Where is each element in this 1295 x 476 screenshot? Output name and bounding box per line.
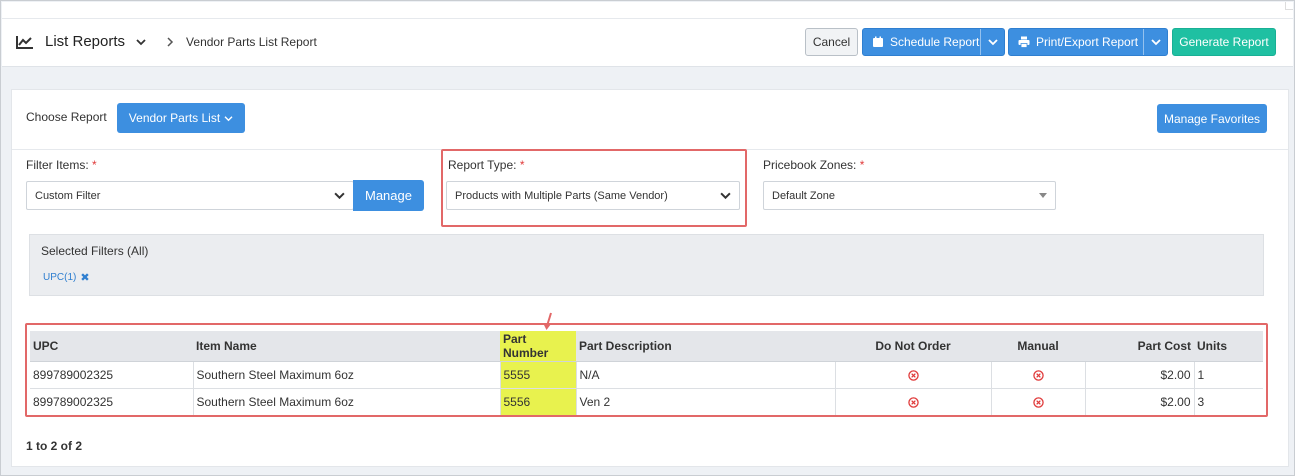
chevron-down-icon <box>224 115 233 121</box>
zones-label: Pricebook Zones: <box>763 158 857 172</box>
app-window: List Reports Vendor Parts List Report Ca… <box>0 0 1295 476</box>
pagination-summary: 1 to 2 of 2 <box>26 439 83 453</box>
zones-select[interactable]: Default Zone <box>763 181 1056 210</box>
page-title: List Reports <box>45 33 126 50</box>
breadcrumb: Vendor Parts List Report <box>186 34 317 49</box>
choose-report-label: Choose Report <box>26 110 107 124</box>
calendar-icon <box>873 36 883 47</box>
title-area: List Reports Vendor Parts List Report <box>16 33 317 50</box>
filter-items-label: Filter Items: <box>26 158 89 172</box>
corner-fold <box>1285 2 1293 10</box>
selected-filters-panel: Selected Filters (All) UPC(1) ✖ <box>29 234 1264 296</box>
print-export-button[interactable]: Print/Export Report <box>1008 28 1168 56</box>
filter-chip-label: UPC(1) <box>43 272 77 283</box>
schedule-report-label: Schedule Report <box>890 35 980 49</box>
caret-down-icon <box>1039 193 1047 198</box>
chevron-down-icon <box>334 192 345 200</box>
chevron-down-icon <box>987 39 998 46</box>
choose-report-dropdown[interactable]: Vendor Parts List <box>117 103 245 133</box>
filter-items-value: Custom Filter <box>35 189 101 202</box>
zones-value: Default Zone <box>772 189 835 202</box>
filter-items-select[interactable]: Custom Filter <box>26 181 354 210</box>
generate-report-button[interactable]: Generate Report <box>1172 28 1276 56</box>
printer-icon <box>1018 36 1030 48</box>
chevron-down-icon[interactable] <box>135 36 147 48</box>
zones-label-row: Pricebook Zones: * <box>763 158 864 172</box>
report-panel: Choose Report Vendor Parts List Manage F… <box>11 89 1289 467</box>
manage-filter-button[interactable]: Manage <box>353 180 424 211</box>
annotation-box-report-type <box>441 149 747 227</box>
annotation-box-table <box>25 323 1268 417</box>
page-header: List Reports Vendor Parts List Report Ca… <box>2 19 1293 67</box>
remove-chip-icon[interactable]: ✖ <box>80 271 89 284</box>
required-marker: * <box>92 158 97 172</box>
chevron-right-icon <box>167 36 174 47</box>
choose-report-value: Vendor Parts List <box>128 111 221 125</box>
top-strip <box>2 2 1293 19</box>
filter-items-label-row: Filter Items: * <box>26 158 97 172</box>
filter-chip[interactable]: UPC(1) ✖ <box>43 271 90 284</box>
cancel-button[interactable]: Cancel <box>805 28 858 56</box>
print-dropdown-toggle[interactable] <box>1143 29 1167 55</box>
required-marker: * <box>859 158 865 172</box>
line-chart-icon <box>16 35 33 49</box>
schedule-report-button[interactable]: Schedule Report <box>862 28 1005 56</box>
chevron-down-icon <box>1150 39 1161 46</box>
schedule-dropdown-toggle[interactable] <box>980 29 1004 55</box>
print-export-label: Print/Export Report <box>1036 35 1139 49</box>
manage-favorites-button[interactable]: Manage Favorites <box>1157 104 1267 133</box>
selected-filters-title: Selected Filters (All) <box>41 244 149 258</box>
